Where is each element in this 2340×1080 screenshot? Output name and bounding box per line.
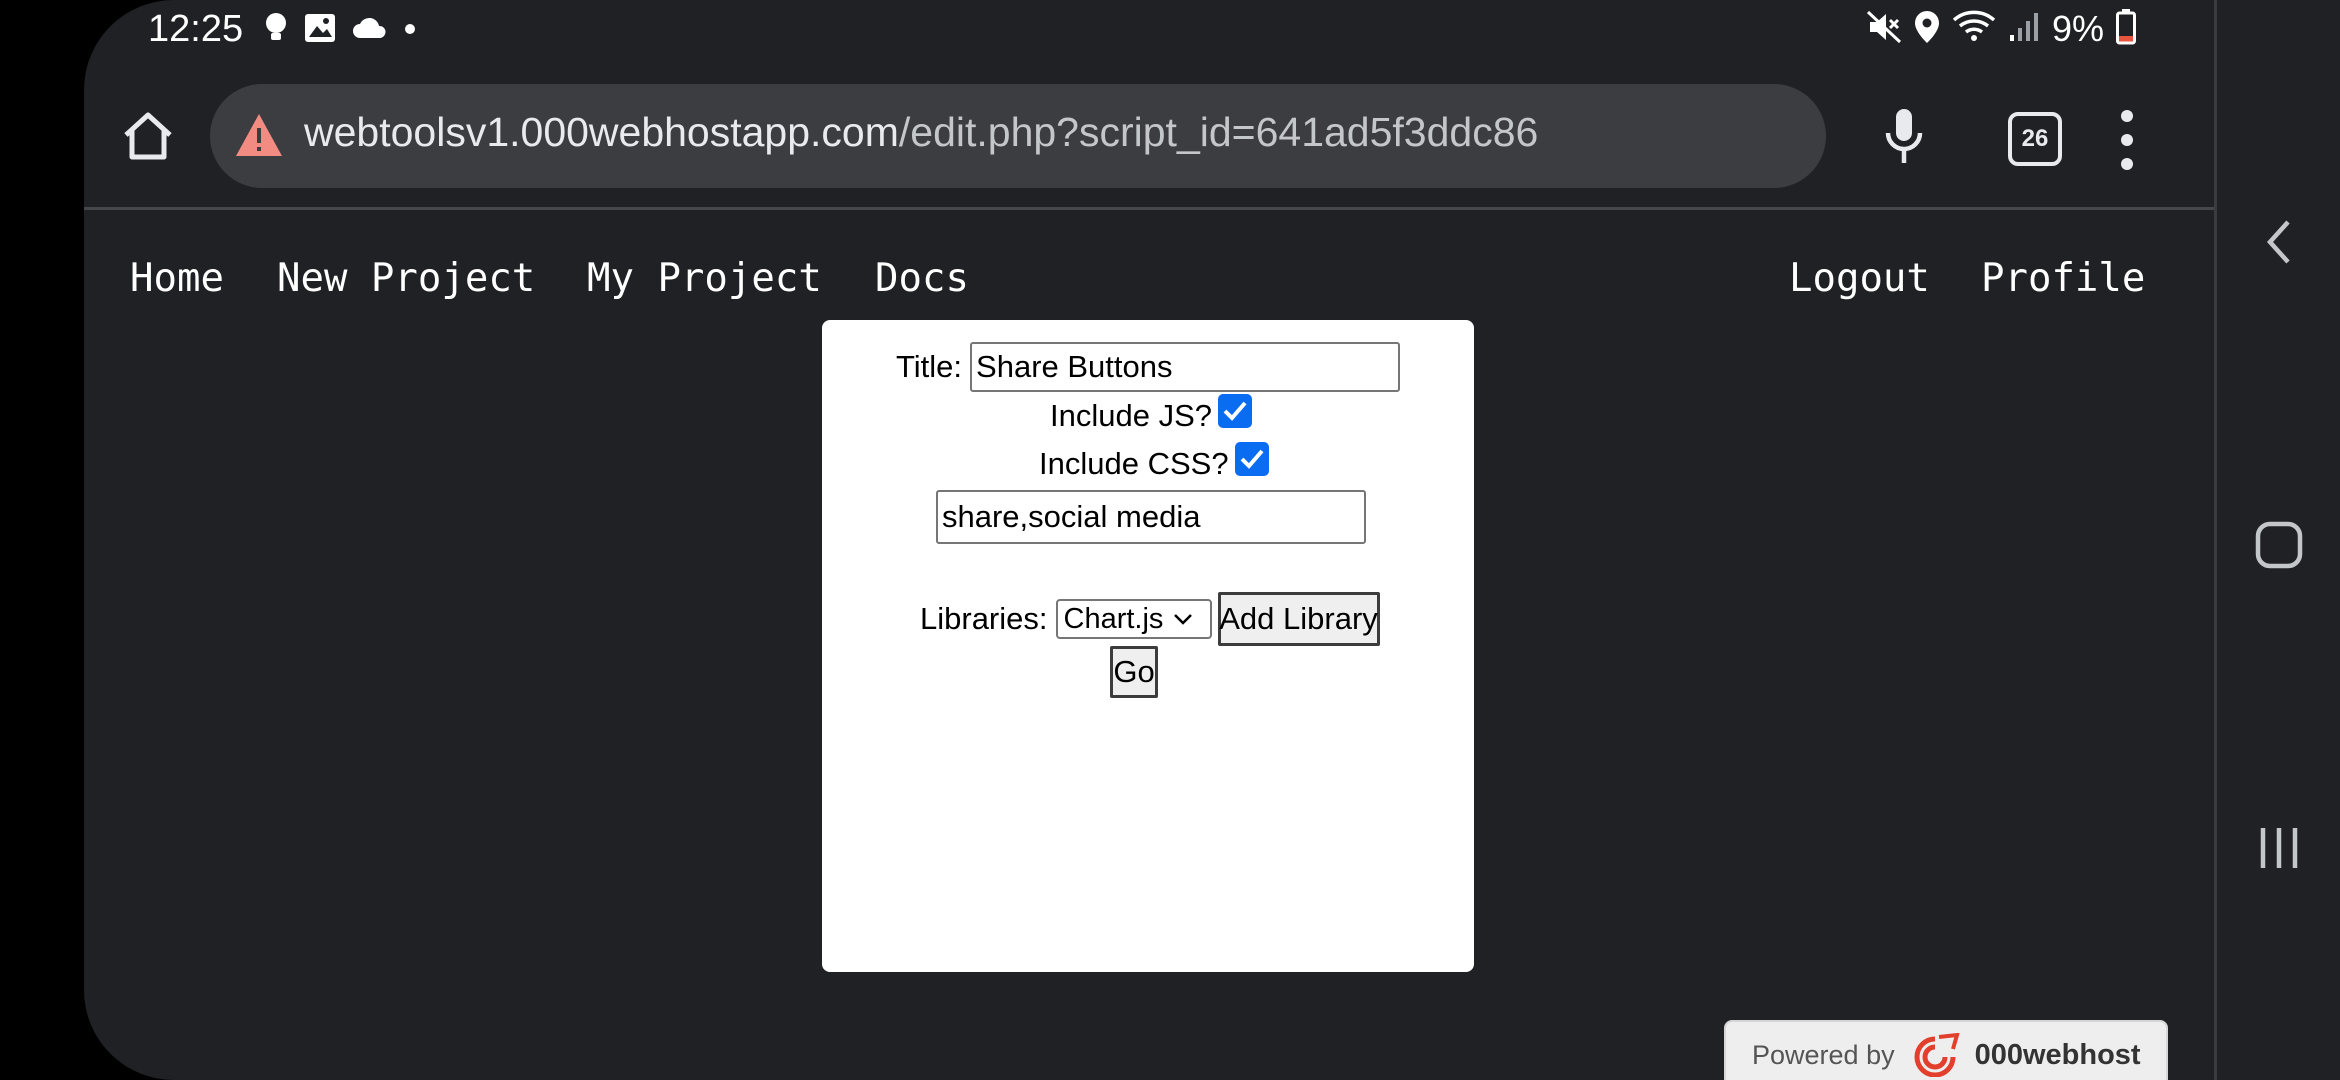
url-text[interactable]: webtoolsv1.000webhostapp.com/edit.php?sc… <box>304 109 1538 156</box>
browser-toolbar: webtoolsv1.000webhostapp.com/edit.php?sc… <box>84 62 2214 210</box>
bulb-icon <box>264 12 288 49</box>
home-square-icon <box>2255 521 2302 569</box>
library-select-value: Chart.js <box>1063 602 1164 635</box>
url-domain: webtoolsv1.000webhostapp.com <box>304 109 899 155</box>
include-css-row: Include CSS? <box>1039 442 1269 482</box>
nav-profile[interactable]: Profile <box>1981 256 2145 301</box>
include-css-label: Include CSS? <box>1039 446 1229 481</box>
title-label: Title: <box>896 349 963 384</box>
nav-docs[interactable]: Docs <box>875 256 969 301</box>
nav-my-project[interactable]: My Project <box>587 256 822 301</box>
add-library-button[interactable]: Add Library <box>1217 592 1380 646</box>
wifi-icon <box>1952 10 1996 49</box>
go-row: Go <box>1110 646 1158 698</box>
include-js-label: Include JS? <box>1050 398 1212 433</box>
home-icon <box>124 112 172 160</box>
checkmark-icon <box>1240 449 1264 469</box>
recents-button[interactable] <box>2217 808 2340 888</box>
000webhost-logo-icon <box>1914 1033 1960 1077</box>
go-button[interactable]: Go <box>1110 646 1158 698</box>
project-edit-form: Title: Include JS? Include CSS? Librarie… <box>822 320 1474 972</box>
browser-menu-button[interactable] <box>2112 110 2142 170</box>
back-button[interactable] <box>2217 202 2340 282</box>
powered-by-badge[interactable]: Powered by 000webhost <box>1724 1020 2168 1080</box>
status-time: 12:25 <box>148 8 244 50</box>
site-navigation: Home New Project My Project Docs Logout … <box>84 256 2214 316</box>
nav-logout[interactable]: Logout <box>1789 256 1930 301</box>
battery-percent: 9% <box>2051 8 2104 49</box>
tags-input[interactable] <box>936 490 1366 544</box>
tags-row <box>936 490 1366 544</box>
status-bar: 12:25 9% <box>84 0 2214 62</box>
voice-search-button[interactable] <box>1874 102 1934 172</box>
chevron-down-icon <box>1174 614 1193 625</box>
libraries-row: Libraries: Chart.js Add Library <box>920 592 1380 646</box>
include-js-row: Include JS? <box>1050 394 1252 434</box>
menu-dot <box>2121 134 2133 146</box>
browser-screen: 12:25 9% webtoolsv1.000webhostapp.com/ed… <box>84 0 2214 1080</box>
nav-new-project[interactable]: New Project <box>277 256 535 301</box>
nav-home[interactable]: Home <box>130 256 224 301</box>
title-row: Title: <box>896 342 1401 392</box>
back-chevron-icon <box>2266 220 2290 264</box>
warning-icon[interactable] <box>234 112 284 160</box>
status-icons-right: 9% <box>1866 8 2136 50</box>
powered-by-brand: 000webhost <box>1974 1038 2141 1071</box>
powered-by-text: Powered by <box>1752 1039 1895 1070</box>
image-icon <box>304 13 336 48</box>
libraries-label: Libraries: <box>920 601 1048 636</box>
title-input[interactable] <box>970 342 1401 392</box>
include-css-checkbox[interactable] <box>1234 442 1269 476</box>
location-icon <box>1914 10 1940 49</box>
system-navigation-bar <box>2214 0 2340 1080</box>
mute-icon <box>1866 10 1902 49</box>
cloud-icon <box>352 16 388 45</box>
microphone-icon <box>1885 109 1923 163</box>
address-bar[interactable]: webtoolsv1.000webhostapp.com/edit.php?sc… <box>210 84 1826 188</box>
home-nav-button[interactable] <box>2217 505 2340 585</box>
tab-switcher-button[interactable]: 26 <box>2008 112 2062 166</box>
home-button[interactable] <box>118 106 178 166</box>
menu-dot <box>2121 158 2133 170</box>
include-js-checkbox[interactable] <box>1218 394 1252 428</box>
status-icons-left <box>264 12 416 49</box>
recents-icon <box>2260 828 2297 868</box>
menu-dot <box>2121 110 2133 122</box>
dot-icon <box>404 22 416 40</box>
signal-icon <box>2008 11 2040 48</box>
url-path: /edit.php?script_id=641ad5f3ddc86 <box>898 109 1539 155</box>
library-select[interactable]: Chart.js <box>1055 599 1212 639</box>
battery-icon <box>2116 8 2136 50</box>
checkmark-icon <box>1223 401 1247 421</box>
